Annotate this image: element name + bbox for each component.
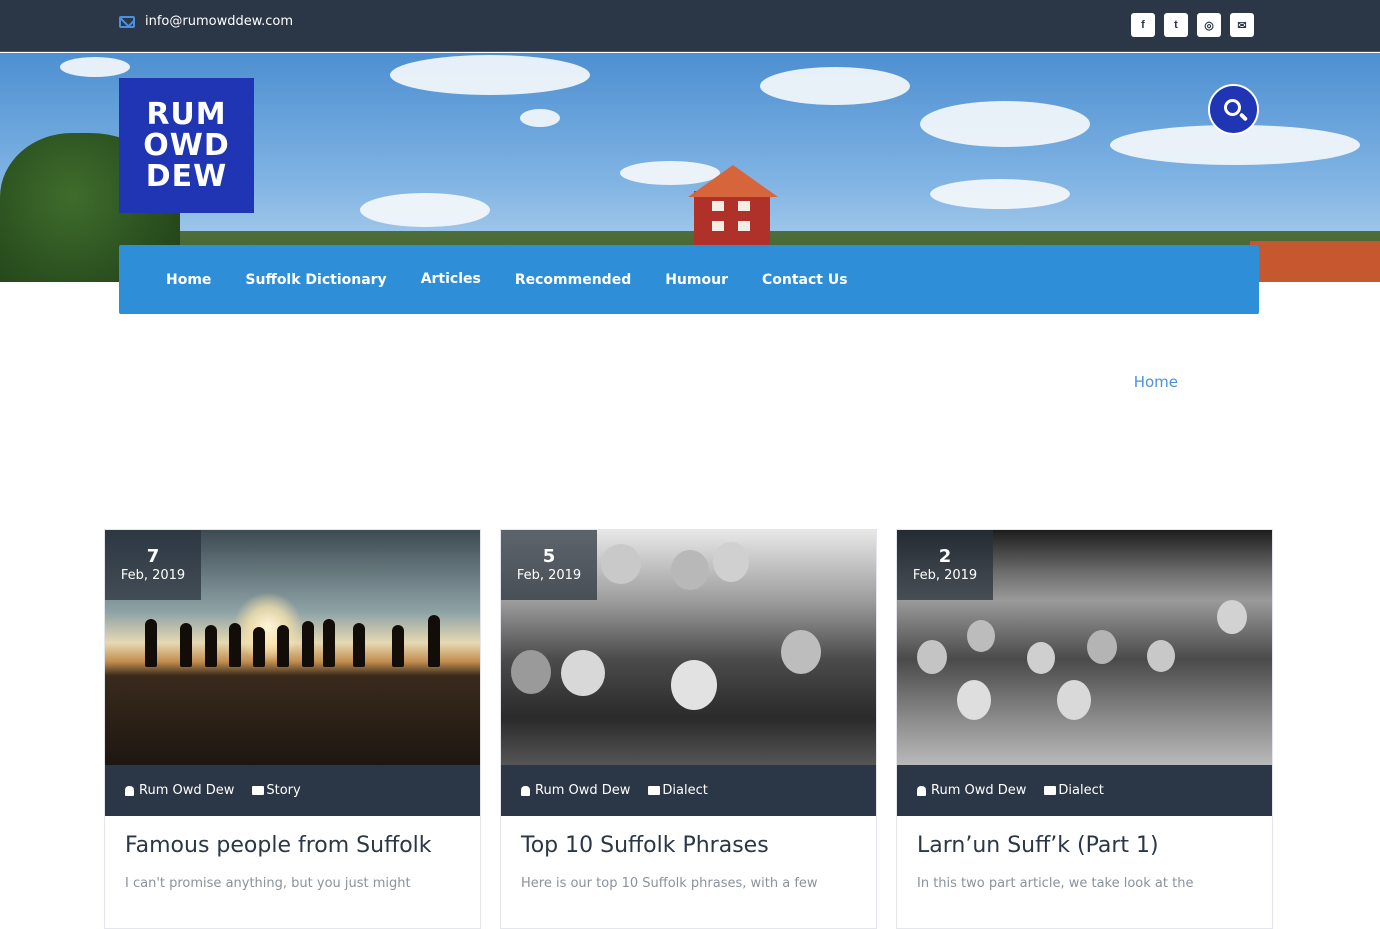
folder-icon bbox=[1044, 786, 1057, 795]
article-card[interactable]: 5 Feb, 2019 Rum Owd Dew Dialect Top 10 S… bbox=[500, 529, 877, 929]
date-badge: 2 Feb, 2019 bbox=[897, 530, 993, 600]
user-icon bbox=[521, 785, 530, 796]
contact-email[interactable]: info@rumowddew.com bbox=[119, 14, 293, 29]
user-icon bbox=[125, 785, 134, 796]
folder-icon bbox=[252, 786, 265, 795]
article-card[interactable]: 7 Feb, 2019 Rum Owd Dew Story Famous peo… bbox=[104, 529, 481, 929]
article-excerpt: I can't promise anything, but you just m… bbox=[125, 876, 411, 891]
search-button[interactable] bbox=[1208, 84, 1259, 135]
breadcrumb: Home / Articles bbox=[1134, 373, 1259, 391]
breadcrumb-current: Articles bbox=[1203, 373, 1259, 391]
article-title[interactable]: Famous people from Suffolk bbox=[125, 833, 432, 858]
category-link[interactable]: Dialect bbox=[1058, 783, 1103, 798]
facebook-icon[interactable]: f bbox=[1131, 13, 1155, 37]
date-month: Feb, 2019 bbox=[516, 568, 582, 583]
nav-item-humour[interactable]: Humour bbox=[665, 272, 728, 288]
twitter-icon[interactable]: t bbox=[1164, 13, 1188, 37]
logo-line: DEW bbox=[145, 159, 228, 194]
article-title[interactable]: Top 10 Suffolk Phrases bbox=[521, 833, 769, 858]
date-month: Feb, 2019 bbox=[912, 568, 978, 583]
article-meta: Rum Owd Dew Dialect bbox=[501, 765, 876, 816]
date-day: 2 bbox=[938, 546, 952, 567]
user-icon bbox=[917, 785, 926, 796]
article-card[interactable]: 2 Feb, 2019 Rum Owd Dew Dialect Larn’un … bbox=[896, 529, 1273, 929]
logo-line: RUM bbox=[146, 97, 227, 132]
logo-line: OWD bbox=[143, 128, 230, 163]
house-in-the-clouds bbox=[688, 165, 778, 247]
nav-item-suffolk-dictionary[interactable]: Suffolk Dictionary bbox=[245, 272, 386, 288]
date-day: 5 bbox=[542, 546, 556, 567]
envelope-icon bbox=[119, 15, 135, 28]
breadcrumb-separator: / bbox=[1188, 373, 1194, 391]
nav-item-recommended[interactable]: Recommended bbox=[515, 272, 631, 288]
nav-item-home[interactable]: Home bbox=[166, 272, 211, 288]
social-links: f t ◎ ✉ bbox=[1122, 13, 1254, 37]
date-badge: 7 Feb, 2019 bbox=[105, 530, 201, 600]
instagram-icon[interactable]: ◎ bbox=[1197, 13, 1221, 37]
date-badge: 5 Feb, 2019 bbox=[501, 530, 597, 600]
author-link[interactable]: Rum Owd Dew bbox=[139, 783, 234, 798]
nav-item-contact-us[interactable]: Contact Us bbox=[762, 272, 848, 288]
nav-item-articles[interactable]: Articles bbox=[421, 271, 481, 287]
author-link[interactable]: Rum Owd Dew bbox=[931, 783, 1026, 798]
site-logo[interactable]: RUM OWD DEW bbox=[119, 78, 254, 213]
email-text[interactable]: info@rumowddew.com bbox=[145, 14, 293, 29]
article-excerpt: In this two part article, we take look a… bbox=[917, 876, 1194, 891]
article-excerpt: Here is our top 10 Suffolk phrases, with… bbox=[521, 876, 818, 891]
search-icon bbox=[1224, 99, 1241, 116]
page-title: Articles bbox=[119, 367, 188, 386]
top-bar: info@rumowddew.com f t ◎ ✉ bbox=[0, 0, 1380, 52]
author-link[interactable]: Rum Owd Dew bbox=[535, 783, 630, 798]
envelope-icon[interactable]: ✉ bbox=[1230, 13, 1254, 37]
article-meta: Rum Owd Dew Dialect bbox=[897, 765, 1272, 816]
category-link[interactable]: Dialect bbox=[662, 783, 707, 798]
article-meta: Rum Owd Dew Story bbox=[105, 765, 480, 816]
date-month: Feb, 2019 bbox=[120, 568, 186, 583]
article-title[interactable]: Larn’un Suff’k (Part 1) bbox=[917, 833, 1159, 858]
main-nav: Home Suffolk Dictionary Articles Recomme… bbox=[119, 245, 1259, 314]
folder-icon bbox=[648, 786, 661, 795]
date-day: 7 bbox=[146, 546, 160, 567]
breadcrumb-home[interactable]: Home bbox=[1134, 373, 1178, 391]
category-link[interactable]: Story bbox=[266, 783, 300, 798]
